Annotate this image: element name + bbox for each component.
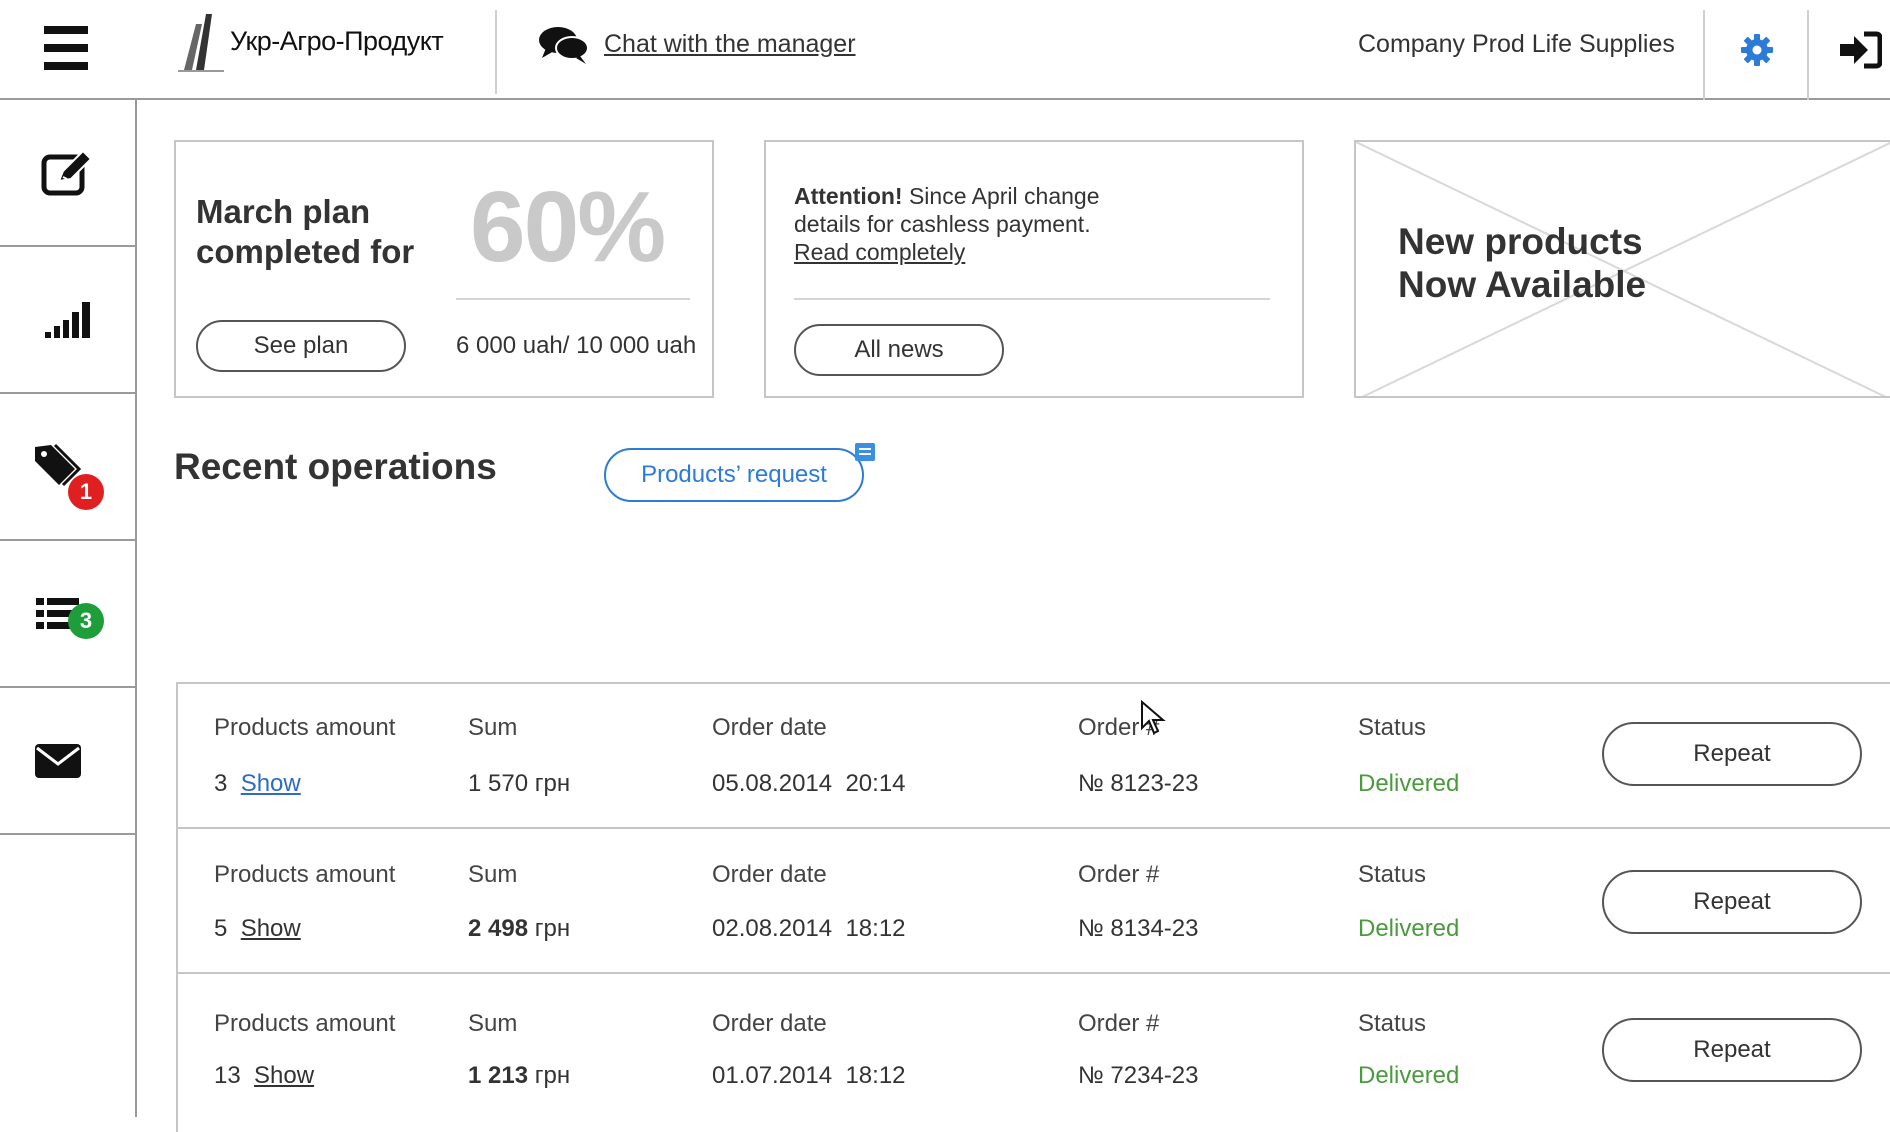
show-link[interactable]: Show: [254, 1062, 314, 1089]
date-value: 02.08.2014 18:12: [712, 915, 906, 942]
chat-with-manager[interactable]: Chat with the manager: [538, 24, 856, 64]
divider: [1703, 10, 1705, 100]
show-link[interactable]: Show: [241, 770, 301, 797]
company-name: Company Prod Life Supplies: [1358, 30, 1675, 58]
show-link[interactable]: Show: [241, 915, 301, 942]
menu-icon[interactable]: [44, 26, 88, 70]
promo-line-2: Now Available: [1398, 264, 1647, 305]
promo-text: New products Now Available: [1398, 220, 1646, 306]
date-label: Order date: [712, 861, 827, 888]
repeat-button[interactable]: Repeat: [1602, 722, 1862, 786]
signal-icon: [44, 301, 90, 338]
gear-icon: [1741, 34, 1773, 66]
cursor-icon: [1141, 700, 1166, 735]
divider: [794, 298, 1270, 300]
repeat-button[interactable]: Repeat: [1602, 870, 1862, 934]
divider: [456, 298, 690, 300]
status-label: Status: [1358, 1010, 1427, 1037]
status-value: Delivered: [1358, 770, 1460, 797]
news-text: Attention! Since April change details fo…: [794, 182, 1284, 266]
logo-icon: [178, 14, 224, 72]
section-title: Recent operations: [174, 446, 497, 487]
logo[interactable]: Укр-Агро-Продукт: [176, 8, 444, 74]
news-card: Attention! Since April change details fo…: [764, 140, 1304, 398]
read-completely-link[interactable]: Read completely: [794, 239, 965, 265]
status-label: Status: [1358, 861, 1427, 888]
amount-label: Products amount: [214, 1010, 396, 1037]
plan-percent: 60%: [470, 171, 666, 283]
note-icon: [855, 443, 875, 461]
sidebar-item-edit[interactable]: [0, 100, 135, 247]
news-line-2: details for cashless payment.: [794, 211, 1091, 237]
sidebar-item-messages[interactable]: [0, 688, 135, 835]
see-plan-button[interactable]: See plan: [196, 320, 406, 372]
status-label: Status: [1358, 714, 1427, 741]
date-value: 01.07.2014 18:12: [712, 1062, 906, 1089]
status-value: Delivered: [1358, 1062, 1460, 1089]
table-row: Products amount 5 Show Sum 2 498 грн Ord…: [176, 827, 1890, 974]
sum-label: Sum: [468, 714, 518, 741]
amount-label: Products amount: [214, 861, 396, 888]
envelope-icon: [34, 743, 81, 778]
sidebar-item-list[interactable]: 3: [0, 541, 135, 688]
divider: [1807, 10, 1809, 100]
logo-text: Укр-Агро-Продукт: [230, 25, 444, 56]
order-label: Order #: [1078, 861, 1160, 888]
divider: [495, 10, 497, 94]
sidebar-item-tags[interactable]: 1: [0, 394, 135, 541]
plan-card: March plan completed for 60% See plan 6 …: [174, 140, 714, 398]
sidebar: 1 3: [0, 100, 137, 1117]
sum-value: 1 213 грн: [468, 1062, 571, 1089]
logout-icon: [1840, 31, 1882, 69]
table-row: Products amount 13 Show Sum 1 213 грн Or…: [176, 972, 1890, 1132]
sum-value: 2 498 грн: [468, 915, 571, 942]
notification-badge: 1: [68, 474, 104, 510]
order-label: Order #: [1078, 1010, 1160, 1037]
news-line-1: Since April change: [902, 183, 1100, 209]
chat-icon: [539, 27, 589, 64]
order-value: № 7234-23: [1078, 1062, 1199, 1089]
date-label: Order date: [712, 714, 827, 741]
date-label: Order date: [712, 1010, 827, 1037]
top-bar: Укр-Агро-Продукт Chat with the manager C…: [0, 0, 1890, 100]
amount-label: Products amount: [214, 714, 396, 741]
sidebar-item-stats[interactable]: [0, 247, 135, 394]
amount-value: 3 Show: [214, 770, 301, 797]
chat-link[interactable]: Chat with the manager: [604, 30, 856, 59]
news-attention: Attention!: [794, 183, 903, 209]
repeat-button[interactable]: Repeat: [1602, 1018, 1862, 1082]
promo-line-1: New products: [1398, 221, 1643, 262]
products-request-button[interactable]: Products’ request: [604, 448, 864, 502]
logout-button[interactable]: [1810, 0, 1890, 100]
amount-value: 5 Show: [214, 915, 301, 942]
status-value: Delivered: [1358, 915, 1460, 942]
table-row: Products amount 3 Show Sum 1 570 грн Ord…: [176, 682, 1890, 829]
sum-label: Sum: [468, 861, 518, 888]
order-value: № 8123-23: [1078, 770, 1199, 797]
amount-value: 13 Show: [214, 1062, 315, 1089]
all-news-button[interactable]: All news: [794, 324, 1004, 376]
order-value: № 8134-23: [1078, 915, 1199, 942]
settings-button[interactable]: [1707, 0, 1807, 100]
date-value: 05.08.2014 20:14: [712, 770, 906, 797]
sum-value: 1 570 грн: [468, 770, 571, 797]
promo-banner[interactable]: New products Now Available: [1354, 140, 1890, 398]
edit-icon: [41, 149, 92, 195]
notification-badge: 3: [68, 603, 104, 639]
plan-title: March plan completed for: [196, 193, 415, 270]
sum-label: Sum: [468, 1010, 518, 1037]
plan-amount: 6 000 uah/ 10 000 uah: [456, 332, 697, 359]
